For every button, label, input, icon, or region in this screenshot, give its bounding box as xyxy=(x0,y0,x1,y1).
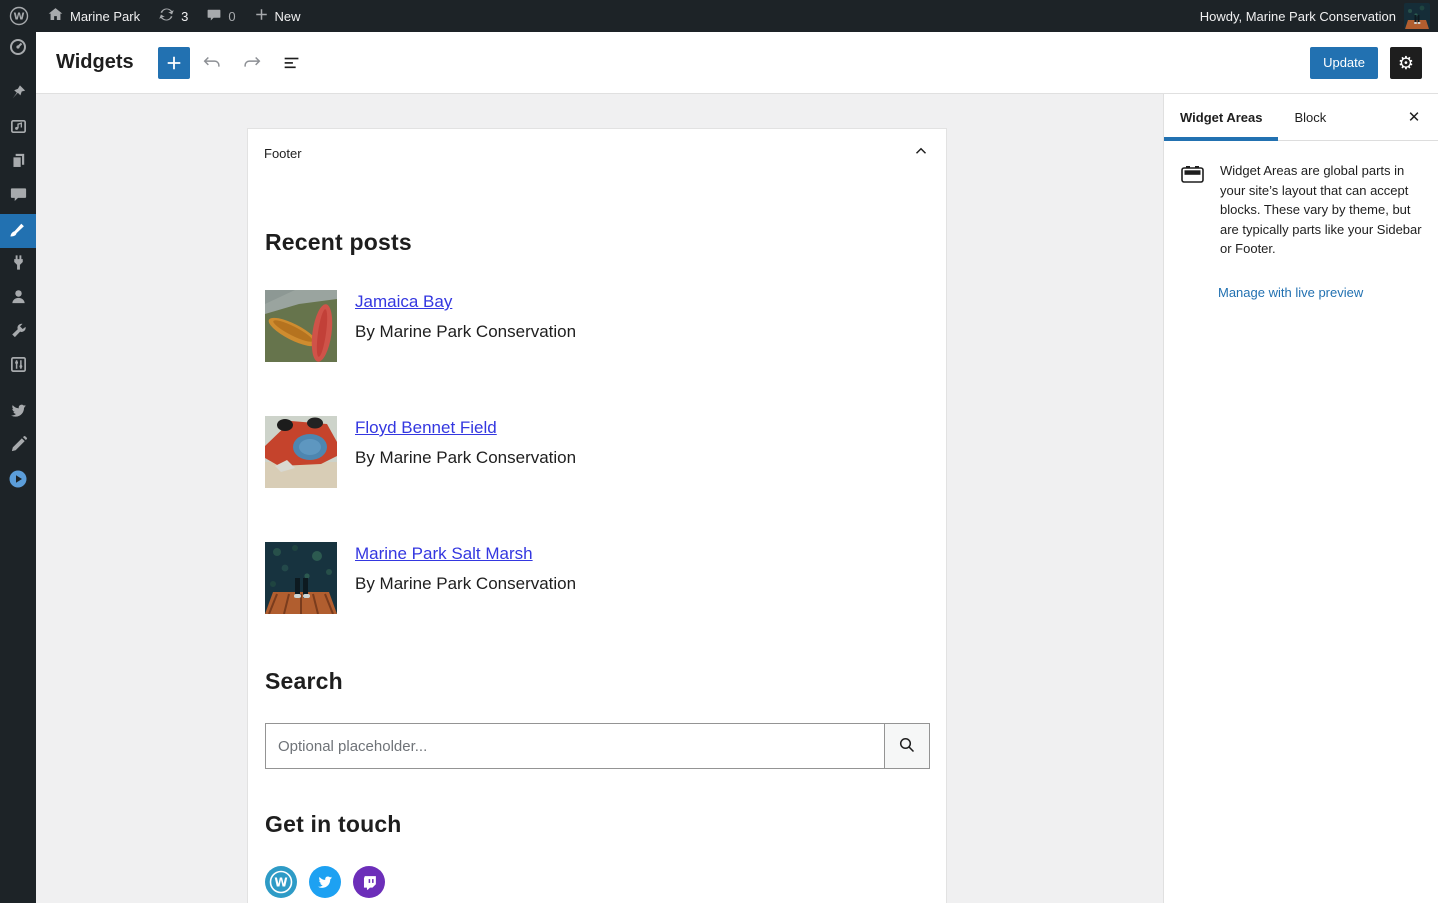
dashboard-icon xyxy=(8,37,28,62)
redo-button[interactable] xyxy=(234,45,270,81)
post-thumbnail-jamaica-bay xyxy=(265,290,337,362)
avatar[interactable] xyxy=(1404,3,1430,29)
post-byline: By Marine Park Conservation xyxy=(355,322,576,342)
updates-icon xyxy=(158,6,175,26)
post-link[interactable]: Jamaica Bay xyxy=(355,292,452,312)
search-button[interactable] xyxy=(884,723,930,769)
svg-text:W: W xyxy=(13,12,24,23)
sidebar-item-dashboard[interactable] xyxy=(0,32,36,66)
sidebar-item-plugins[interactable] xyxy=(0,248,36,282)
post-thumbnail-marine-park-salt-marsh xyxy=(265,542,337,614)
comments-menu[interactable]: 0 xyxy=(197,0,244,32)
sidebar-item-media[interactable] xyxy=(0,112,36,146)
paintbrush-icon xyxy=(8,219,28,244)
twitter-icon xyxy=(9,401,28,425)
settings-gear-button[interactable]: ⚙ xyxy=(1390,47,1422,79)
editor-canvas: Footer Recent posts Jamaica Bay By Marin… xyxy=(36,94,1163,903)
sidebar-item-comments[interactable] xyxy=(0,180,36,214)
wordpress-social-icon[interactable]: W xyxy=(265,866,297,898)
footer-panel-title: Footer xyxy=(264,146,302,161)
admin-bar: W Marine Park 3 0 New Howdy, Marine Park… xyxy=(0,0,1438,32)
list-item: Marine Park Salt Marsh By Marine Park Co… xyxy=(265,542,929,614)
close-icon: ✕ xyxy=(1408,108,1421,126)
comment-icon xyxy=(206,7,222,26)
post-link[interactable]: Marine Park Salt Marsh xyxy=(355,544,533,564)
pages-icon xyxy=(9,151,28,175)
update-button[interactable]: Update xyxy=(1310,47,1378,79)
list-item: Jamaica Bay By Marine Park Conservation xyxy=(265,290,929,362)
comments-icon xyxy=(9,185,28,209)
play-icon xyxy=(8,469,28,494)
comments-count: 0 xyxy=(228,9,235,24)
search-widget xyxy=(265,723,930,769)
sidebar-item-video[interactable] xyxy=(0,464,36,498)
sliders-icon xyxy=(9,355,28,379)
new-menu[interactable]: New xyxy=(245,0,310,32)
widget-areas-description: Widget Areas are global parts in your si… xyxy=(1220,161,1422,259)
social-links: W xyxy=(265,866,929,898)
twitch-social-icon[interactable] xyxy=(353,866,385,898)
sidebar-item-tools[interactable] xyxy=(0,316,36,350)
sidebar-item-settings[interactable] xyxy=(0,350,36,384)
tab-widget-areas[interactable]: Widget Areas xyxy=(1164,94,1278,140)
pushpin-icon xyxy=(9,83,28,107)
close-sidebar-button[interactable]: ✕ xyxy=(1390,94,1438,140)
media-icon xyxy=(9,117,28,141)
svg-text:W: W xyxy=(274,876,287,890)
sidebar-item-twitter[interactable] xyxy=(0,396,36,430)
updates-count: 3 xyxy=(181,9,188,24)
sidebar-tabbar: Widget Areas Block ✕ xyxy=(1164,94,1438,141)
wordpress-logo-icon[interactable]: W xyxy=(0,0,38,32)
sidebar-item-pages[interactable] xyxy=(0,146,36,180)
widget-area-icon xyxy=(1180,161,1206,259)
chevron-up-icon xyxy=(912,142,930,165)
sidebar-item-appearance[interactable] xyxy=(0,214,36,248)
wrench-icon xyxy=(9,321,28,345)
document-overview-button[interactable] xyxy=(274,45,310,81)
post-byline: By Marine Park Conservation xyxy=(355,574,576,594)
post-link[interactable]: Floyd Bennet Field xyxy=(355,418,497,438)
updates-menu[interactable]: 3 xyxy=(149,0,197,32)
user-icon xyxy=(9,287,28,311)
admin-sidebar xyxy=(0,32,36,903)
howdy-text[interactable]: Howdy, Marine Park Conservation xyxy=(1200,9,1396,24)
plus-icon xyxy=(254,7,269,25)
search-input[interactable] xyxy=(265,723,884,769)
site-menu[interactable]: Marine Park xyxy=(38,0,149,32)
widget-areas-panel: Widget Areas are global parts in your si… xyxy=(1164,141,1438,279)
tab-block[interactable]: Block xyxy=(1278,94,1342,140)
post-byline: By Marine Park Conservation xyxy=(355,448,576,468)
sidebar-item-posts[interactable] xyxy=(0,78,36,112)
list-item: Floyd Bennet Field By Marine Park Conser… xyxy=(265,416,929,488)
page-title: Widgets xyxy=(56,51,134,74)
twitter-social-icon[interactable] xyxy=(309,866,341,898)
home-icon xyxy=(47,6,64,26)
new-label: New xyxy=(275,9,301,24)
post-thumbnail-floyd-bennet-field xyxy=(265,416,337,488)
get-in-touch-heading[interactable]: Get in touch xyxy=(265,811,929,838)
sidebar-item-users[interactable] xyxy=(0,282,36,316)
site-name: Marine Park xyxy=(70,9,140,24)
settings-sidebar: Widget Areas Block ✕ Widget Areas are gl… xyxy=(1163,94,1438,903)
block-inserter-button[interactable] xyxy=(158,47,190,79)
widget-area-panel-footer: Footer Recent posts Jamaica Bay By Marin… xyxy=(247,128,947,903)
recent-posts-heading[interactable]: Recent posts xyxy=(265,229,929,256)
manage-live-preview-link[interactable]: Manage with live preview xyxy=(1218,285,1422,300)
editor-header: Widgets Update ⚙ xyxy=(36,32,1438,94)
sidebar-item-edit[interactable] xyxy=(0,430,36,464)
plug-icon xyxy=(9,253,28,277)
undo-button[interactable] xyxy=(194,45,230,81)
gear-icon: ⚙ xyxy=(1398,54,1414,72)
magnifier-icon xyxy=(897,735,917,758)
footer-panel-toggle[interactable]: Footer xyxy=(248,129,946,177)
search-heading[interactable]: Search xyxy=(265,668,929,695)
pencil-icon xyxy=(9,435,28,459)
